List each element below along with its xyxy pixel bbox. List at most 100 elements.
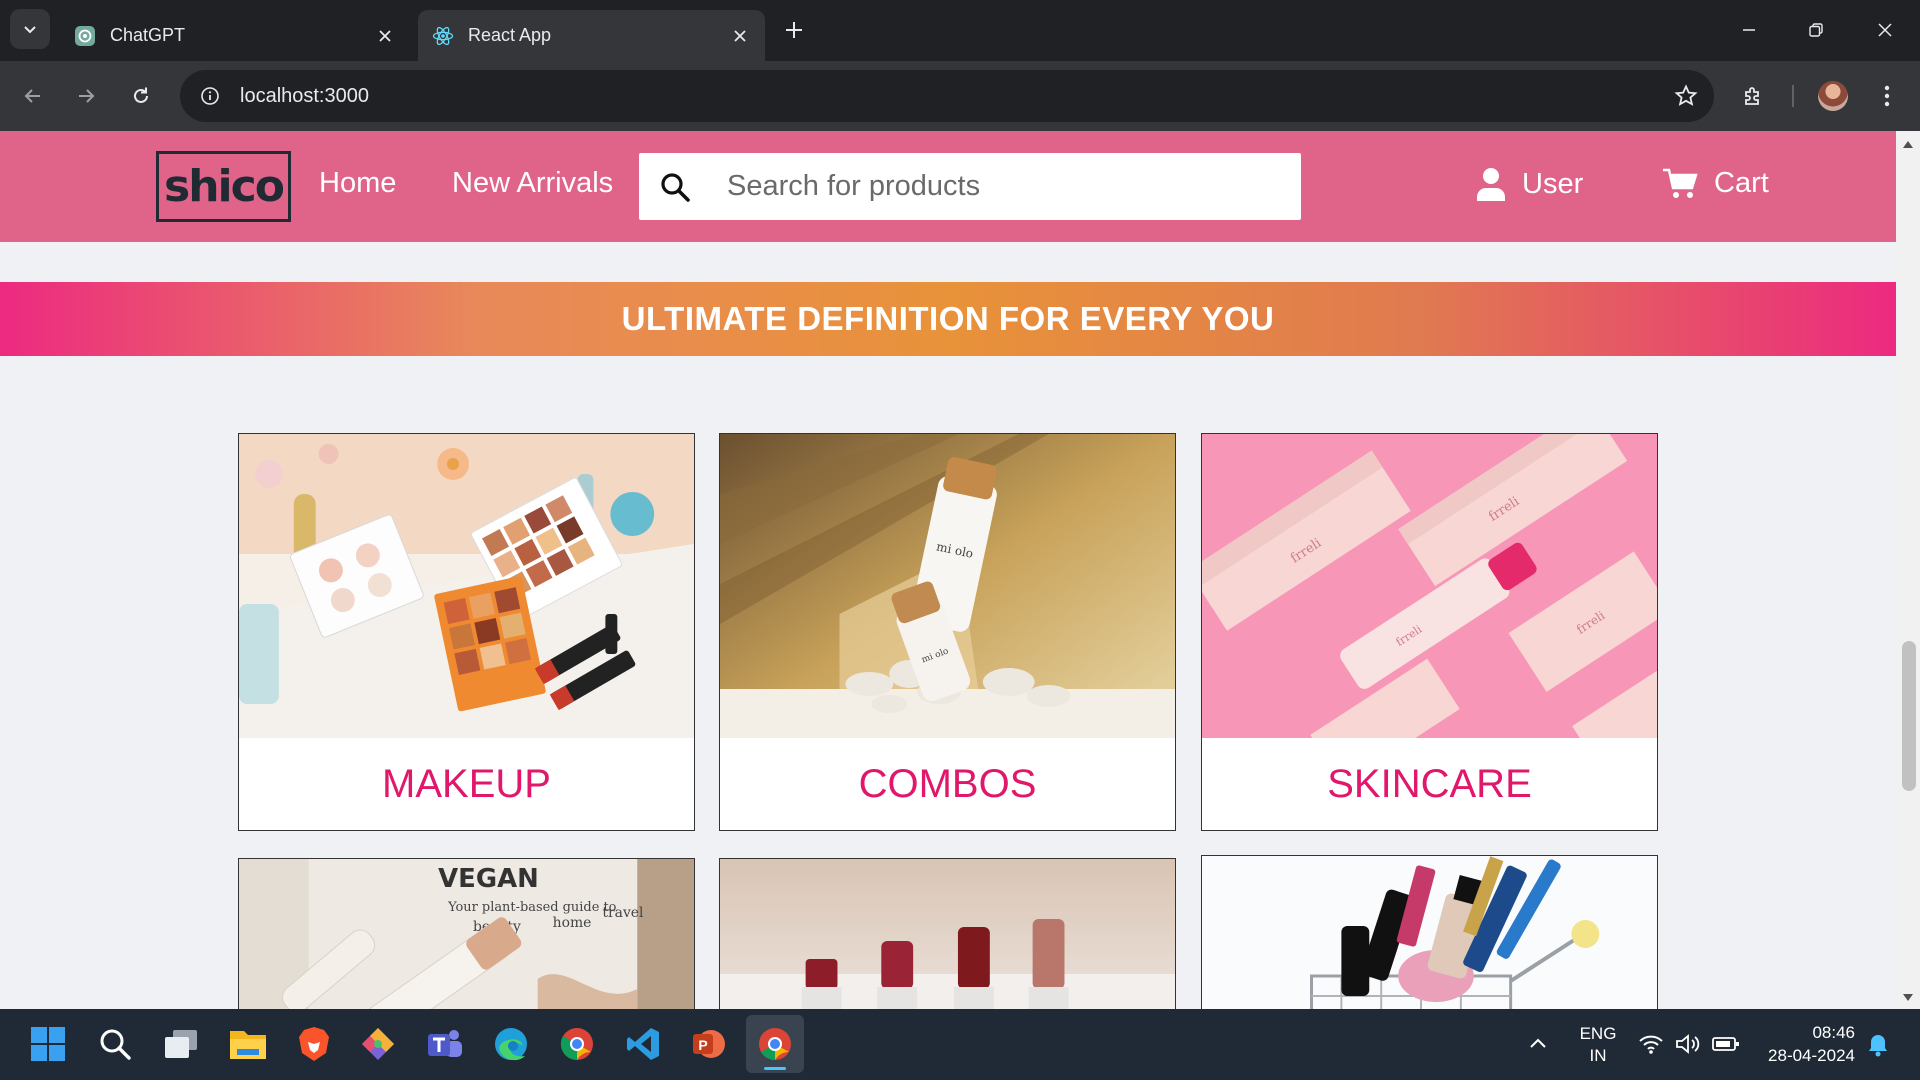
scroll-thumb[interactable] bbox=[1902, 641, 1916, 791]
git-app-icon[interactable] bbox=[360, 1026, 396, 1062]
tab-chatgpt[interactable]: ChatGPT bbox=[60, 10, 410, 61]
svg-text:P: P bbox=[698, 1037, 707, 1053]
plus-icon bbox=[786, 22, 802, 38]
active-indicator bbox=[764, 1067, 786, 1070]
new-tab-button[interactable] bbox=[776, 12, 812, 48]
scroll-up-icon[interactable] bbox=[1903, 141, 1913, 148]
nav-link-home[interactable]: Home bbox=[319, 167, 396, 200]
arrow-right-icon bbox=[79, 89, 95, 103]
windows-start-icon[interactable] bbox=[30, 1026, 66, 1062]
brave-browser-icon[interactable] bbox=[297, 1025, 331, 1063]
makeup-basket-image bbox=[1202, 856, 1657, 1009]
category-card-makeup[interactable]: MAKEUP bbox=[238, 433, 695, 831]
clock[interactable]: 08:46 28-04-2024 bbox=[1755, 1021, 1855, 1067]
chatgpt-icon bbox=[74, 25, 96, 47]
teams-icon[interactable] bbox=[426, 1026, 464, 1062]
tab-search-button[interactable] bbox=[10, 9, 50, 49]
notification-bell-icon[interactable] bbox=[1867, 1033, 1889, 1057]
category-label: MAKEUP bbox=[382, 762, 551, 806]
language-primary: ENG bbox=[1579, 1024, 1617, 1043]
cart-icon bbox=[1662, 168, 1698, 200]
user-label: User bbox=[1522, 167, 1584, 200]
minimize-icon bbox=[1743, 29, 1755, 31]
clock-time: 08:46 bbox=[1812, 1023, 1855, 1042]
category-card-skincare[interactable]: frreli frreli frreli frreli SKINCARE bbox=[1201, 433, 1658, 831]
minimize-button[interactable] bbox=[1724, 8, 1774, 52]
search-icon[interactable] bbox=[98, 1027, 132, 1061]
page-scrollbar[interactable] bbox=[1896, 131, 1920, 1009]
chrome-icon[interactable] bbox=[559, 1026, 595, 1062]
user-button[interactable]: User bbox=[1476, 167, 1583, 201]
address-bar[interactable]: localhost:3000 bbox=[180, 70, 1714, 122]
chrome-active-app[interactable] bbox=[746, 1015, 804, 1073]
user-icon bbox=[1476, 167, 1506, 201]
category-card-5[interactable] bbox=[719, 858, 1176, 1009]
reload-icon bbox=[134, 87, 148, 103]
svg-text:Your plant-based guide to: Your plant-based guide to bbox=[447, 900, 617, 915]
taskbar: P ENG IN 08:46 28-04-2024 bbox=[0, 1009, 1920, 1080]
more-vert-icon bbox=[1884, 85, 1890, 107]
close-icon bbox=[1878, 23, 1892, 37]
tab-react-app[interactable]: React App bbox=[418, 10, 765, 61]
category-card-combos[interactable]: mi olo mi olo COMBOS bbox=[719, 433, 1176, 831]
restore-button[interactable] bbox=[1791, 8, 1841, 52]
task-view-icon[interactable] bbox=[163, 1028, 199, 1060]
site-header: shico Home New Arrivals User Cart bbox=[0, 131, 1896, 242]
category-card-4[interactable]: VEGAN Your plant-based guide to beauty h… bbox=[238, 858, 695, 1009]
chevron-down-icon bbox=[24, 26, 36, 34]
skincare-image: frreli frreli frreli frreli bbox=[1202, 434, 1657, 738]
volume-icon[interactable] bbox=[1675, 1033, 1701, 1055]
lipstick-image bbox=[720, 859, 1175, 1009]
browser-toolbar: localhost:3000 bbox=[0, 61, 1920, 131]
powerpoint-icon[interactable]: P bbox=[691, 1026, 727, 1062]
chevron-up-icon[interactable] bbox=[1527, 1033, 1549, 1055]
tab-title: ChatGPT bbox=[110, 25, 186, 45]
battery-icon[interactable] bbox=[1712, 1034, 1740, 1054]
reload-button[interactable] bbox=[121, 76, 161, 116]
close-icon[interactable] bbox=[729, 25, 751, 47]
svg-text:home: home bbox=[553, 915, 592, 931]
language-secondary: IN bbox=[1589, 1046, 1607, 1065]
avatar bbox=[1818, 81, 1848, 111]
category-label: SKINCARE bbox=[1327, 762, 1532, 806]
extensions-icon[interactable] bbox=[1733, 76, 1773, 116]
wifi-icon[interactable] bbox=[1638, 1033, 1664, 1055]
cart-label: Cart bbox=[1714, 167, 1769, 199]
svg-text:travel: travel bbox=[602, 905, 644, 921]
site-logo[interactable]: shico bbox=[156, 151, 291, 222]
menu-button[interactable] bbox=[1867, 76, 1907, 116]
react-icon bbox=[432, 25, 454, 47]
file-explorer-icon[interactable] bbox=[229, 1027, 267, 1061]
close-window-button[interactable] bbox=[1860, 8, 1910, 52]
makeup-image bbox=[239, 434, 694, 738]
restore-icon bbox=[1809, 23, 1823, 37]
url-text[interactable]: localhost:3000 bbox=[240, 85, 369, 108]
forward-button[interactable] bbox=[66, 76, 106, 116]
bookmark-star-icon[interactable] bbox=[1672, 82, 1700, 110]
combos-image: mi olo mi olo bbox=[720, 434, 1175, 738]
category-label: COMBOS bbox=[858, 762, 1037, 806]
svg-text:VEGAN: VEGAN bbox=[438, 864, 539, 894]
language-indicator[interactable]: ENG IN bbox=[1578, 1023, 1618, 1067]
edge-icon[interactable] bbox=[493, 1026, 529, 1062]
tab-title: React App bbox=[468, 25, 552, 45]
page-viewport: shico Home New Arrivals User Cart ULTIMA… bbox=[0, 131, 1920, 1009]
vscode-icon[interactable] bbox=[625, 1026, 661, 1062]
nav-link-new-arrivals[interactable]: New Arrivals bbox=[452, 167, 613, 200]
site-info-icon[interactable] bbox=[184, 70, 236, 122]
scroll-down-icon[interactable] bbox=[1903, 994, 1913, 1001]
arrow-left-icon bbox=[24, 89, 40, 103]
search-input[interactable] bbox=[727, 170, 1267, 203]
chrome-icon bbox=[759, 1028, 791, 1061]
close-icon[interactable] bbox=[374, 25, 396, 47]
banner-text: ULTIMATE DEFINITION FOR EVERY YOU bbox=[621, 300, 1275, 337]
clock-date: 28-04-2024 bbox=[1768, 1046, 1855, 1065]
category-card-6[interactable] bbox=[1201, 855, 1658, 1009]
search-icon[interactable] bbox=[657, 169, 693, 205]
toolbar-divider bbox=[1792, 85, 1794, 107]
back-button[interactable] bbox=[13, 76, 53, 116]
cart-button[interactable]: Cart bbox=[1662, 167, 1769, 200]
profile-avatar[interactable] bbox=[1813, 76, 1853, 116]
promo-banner: ULTIMATE DEFINITION FOR EVERY YOU bbox=[0, 282, 1896, 356]
vegan-image: VEGAN Your plant-based guide to beauty h… bbox=[239, 859, 694, 1009]
